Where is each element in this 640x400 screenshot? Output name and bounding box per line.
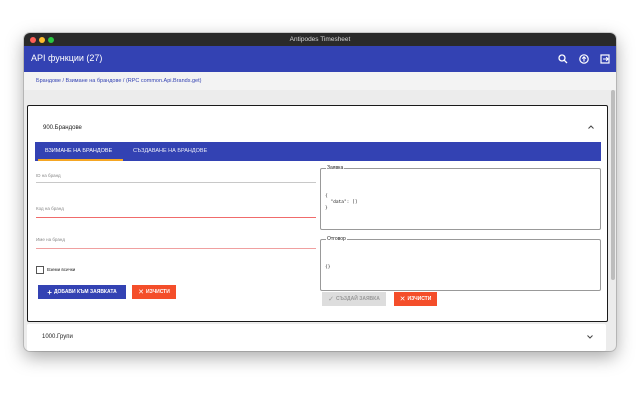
response-box: Отговор {} <box>320 236 601 291</box>
title-bar: Antipodes Timesheet <box>24 33 616 46</box>
request-box: Заявка { "data": [] } <box>320 165 601 230</box>
brand-code-underline <box>36 217 316 218</box>
tab-create-brands[interactable]: СЪЗДАВАНЕ НА БРАНДОВЕ <box>133 148 207 154</box>
clear-response-label: ИЗЧИСТИ <box>407 296 432 302</box>
breadcrumb[interactable]: Брандове / Взимане на брандове / (RPC co… <box>36 78 201 84</box>
clear-response-button[interactable]: ✕ ИЗЧИСТИ <box>394 292 437 306</box>
cloud-upload-icon[interactable] <box>578 53 590 65</box>
response-legend: Отговор <box>326 236 347 242</box>
page-title: API функции (27) <box>31 53 103 63</box>
request-legend: Заявка <box>326 165 345 171</box>
groups-panel-title[interactable]: 1000.Групи <box>42 334 73 340</box>
get-all-checkbox[interactable] <box>36 266 44 274</box>
logout-icon[interactable] <box>599 53 611 65</box>
close-window-icon[interactable] <box>30 36 36 43</box>
add-to-request-button[interactable]: + ДОБАВИ КЪМ ЗАЯВКАТА <box>38 285 126 299</box>
search-icon[interactable] <box>557 53 569 65</box>
brand-code-label: Код на бранд <box>36 206 64 211</box>
app-bar: API функции (27) <box>24 46 616 72</box>
minimize-window-icon[interactable] <box>39 36 45 43</box>
scrollbar[interactable] <box>611 90 615 280</box>
add-to-request-label: ДОБАВИ КЪМ ЗАЯВКАТА <box>53 289 117 295</box>
window-title: Antipodes Timesheet <box>289 36 351 43</box>
panel-title[interactable]: 900.Брандове <box>43 125 82 131</box>
chevron-down-icon[interactable] <box>586 333 594 341</box>
brands-panel: 900.Брандове ВЗИМАНЕ НА БРАНДОВЕ СЪЗДАВА… <box>27 105 608 322</box>
groups-panel[interactable]: 1000.Групи <box>27 324 606 351</box>
plus-icon: + <box>47 287 52 297</box>
zoom-window-icon[interactable] <box>48 36 54 43</box>
tab-bar: ВЗИМАНЕ НА БРАНДОВЕ СЪЗДАВАНЕ НА БРАНДОВ… <box>35 142 601 161</box>
brand-id-underline <box>36 182 316 183</box>
create-request-label: СЪЗДАЙ ЗАЯВКА <box>336 296 380 302</box>
active-tab-indicator <box>38 159 123 161</box>
close-icon: ✕ <box>399 296 406 303</box>
request-code-line-3: } <box>325 206 328 211</box>
clear-label: ИЗЧИСТИ <box>146 289 170 295</box>
request-code-line-1: { <box>325 194 328 199</box>
chevron-up-icon[interactable] <box>587 123 595 131</box>
check-icon: ✓ <box>328 296 335 303</box>
get-all-label: Вземи всички <box>47 267 76 272</box>
close-icon: ✕ <box>138 289 145 296</box>
breadcrumb-bar: Брандове / Взимане на брандове / (RPC co… <box>24 72 616 90</box>
brand-id-label: ID на бранд <box>36 173 61 178</box>
clear-button[interactable]: ✕ ИЗЧИСТИ <box>132 285 176 299</box>
tab-get-brands[interactable]: ВЗИМАНЕ НА БРАНДОВЕ <box>45 148 112 154</box>
create-request-button[interactable]: ✓ СЪЗДАЙ ЗАЯВКА <box>322 292 386 306</box>
brand-name-label: Име на бранд <box>36 237 66 242</box>
response-code: {} <box>325 265 331 270</box>
request-code-line-2: "data": [] <box>325 200 358 205</box>
app-window: Antipodes Timesheet API функции (27) Бра… <box>24 33 616 351</box>
brand-name-underline <box>36 248 316 249</box>
